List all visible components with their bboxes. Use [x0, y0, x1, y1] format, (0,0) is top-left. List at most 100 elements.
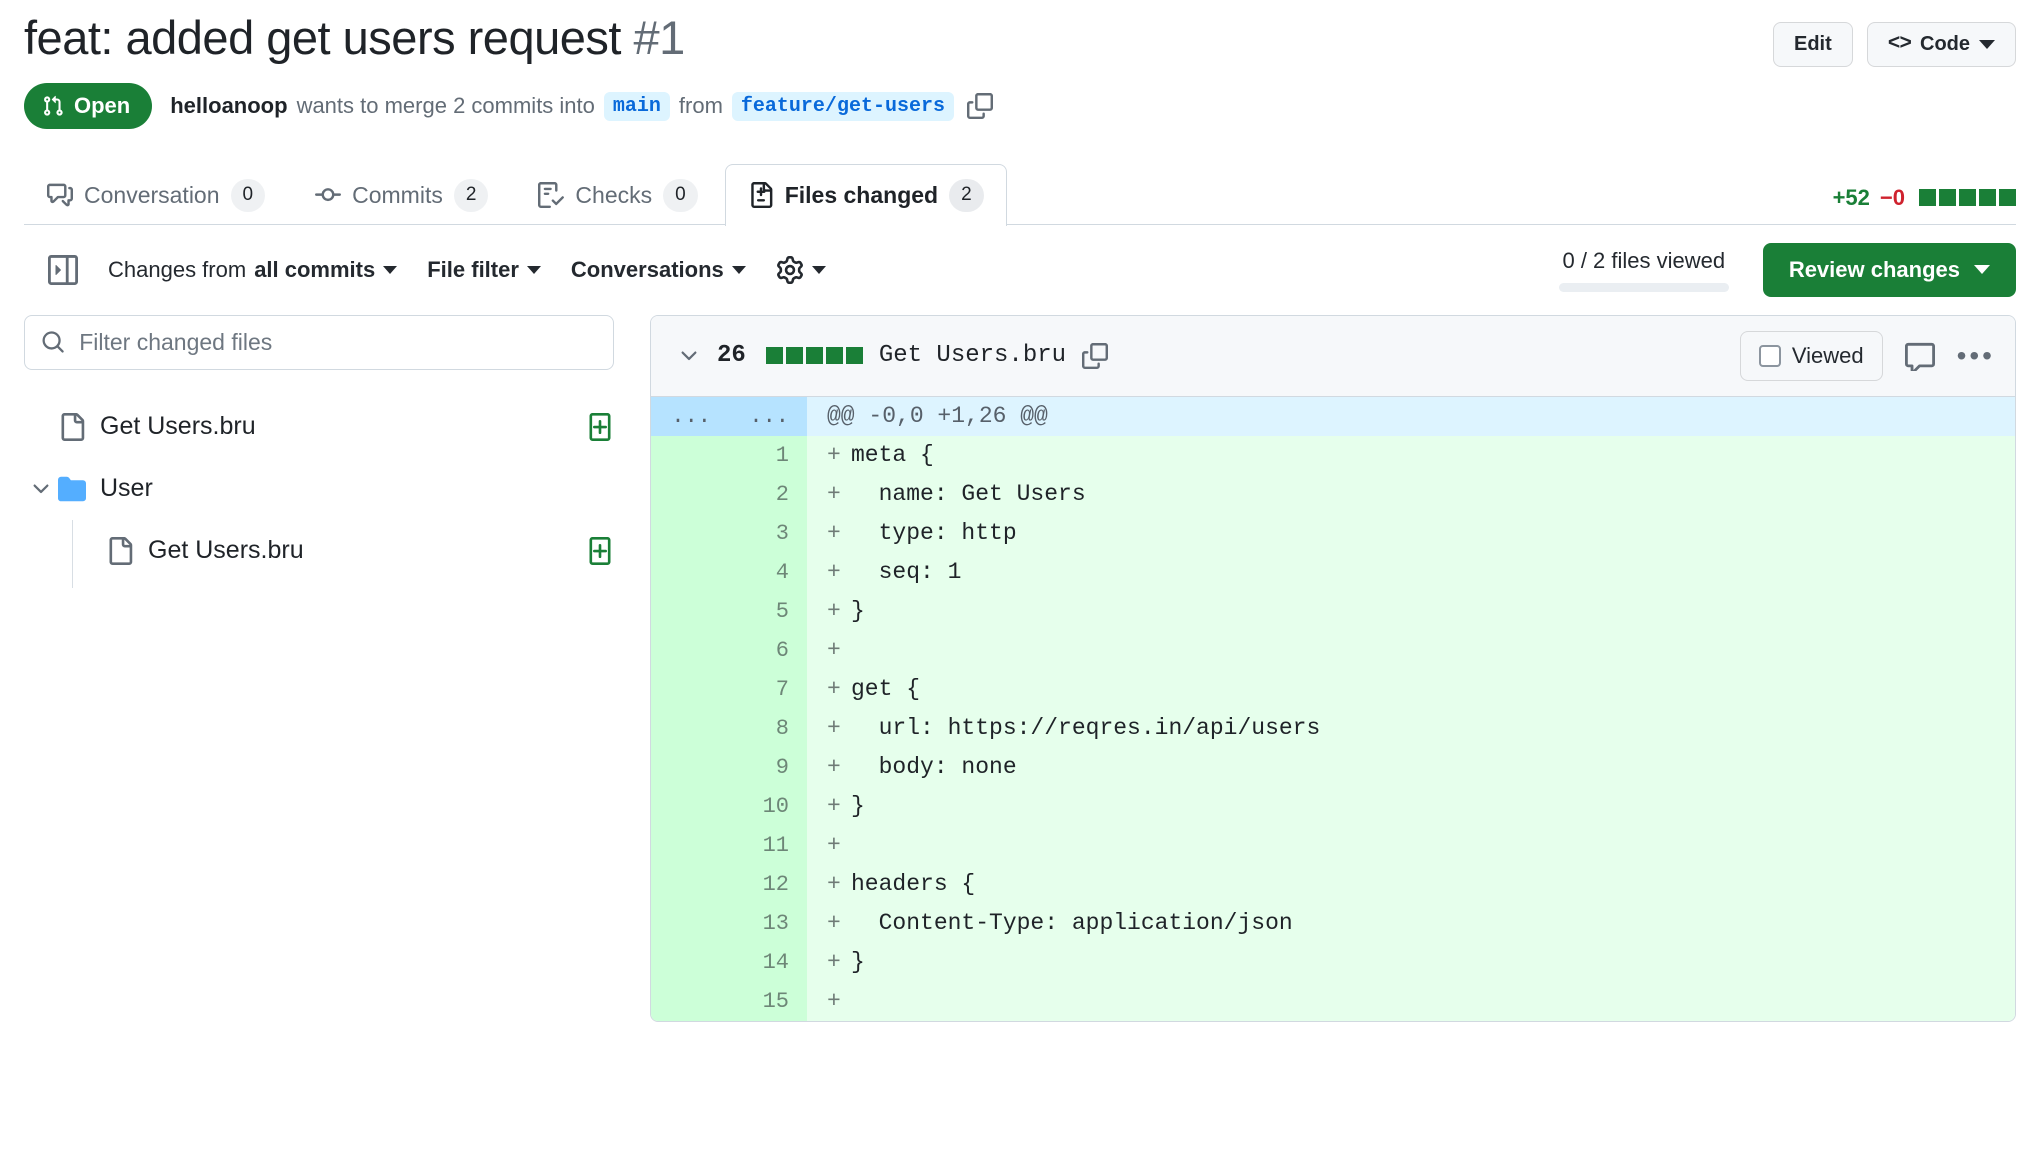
tab-files-changed-count: 2 [949, 179, 984, 212]
review-changes-label: Review changes [1789, 257, 1960, 283]
diff-line-row: 7+get { [651, 670, 2015, 709]
sidebar-collapse-icon [48, 255, 78, 285]
diff-line-old-number [651, 475, 729, 514]
deletions-count: −0 [1880, 185, 1905, 211]
files-viewed-bar [1559, 283, 1729, 292]
diff-line-sign: + [827, 715, 851, 741]
chevron-down-icon[interactable] [24, 477, 58, 501]
page-title: feat: added get users request #1 [24, 10, 685, 66]
merge-text-between: from [679, 93, 723, 119]
git-commit-icon [315, 182, 341, 208]
diff-line-content: +headers { [807, 865, 2015, 904]
tab-files-changed[interactable]: Files changed 2 [725, 164, 1007, 226]
tab-conversation-count: 0 [231, 179, 266, 212]
diff-line-content: + body: none [807, 748, 2015, 787]
sidebar-collapse-button[interactable] [48, 255, 78, 285]
file-diff-icon [748, 182, 774, 208]
chevron-down-glyph [29, 477, 53, 501]
file-filter-search[interactable] [24, 315, 614, 370]
file-tree-sidebar: Get Users.bru [24, 315, 614, 1022]
diff-line-sign: + [827, 637, 851, 663]
tree-item-file-nested[interactable]: Get Users.bru [24, 520, 614, 582]
viewed-toggle[interactable]: Viewed [1740, 331, 1883, 381]
diff-line-old-number [651, 553, 729, 592]
diff-line-row: 8+ url: https://reqres.in/api/users [651, 709, 2015, 748]
pr-author[interactable]: helloanoop [170, 93, 287, 119]
gear-icon [776, 256, 804, 284]
changes-from-dropdown[interactable]: Changes from all commits [108, 257, 397, 283]
diff-added-icon [586, 537, 614, 565]
diff-line-new-number: 12 [729, 865, 807, 904]
search-icon [41, 329, 65, 355]
code-brackets-icon: <> [1888, 33, 1911, 56]
code-button[interactable]: <> Code [1867, 22, 2016, 67]
add-comment-button[interactable] [1905, 341, 1935, 371]
file-tree: Get Users.bru [24, 396, 614, 582]
tab-checks-label: Checks [575, 182, 652, 209]
diff-file-name[interactable]: Get Users.bru [879, 342, 1066, 369]
copy-branch-button[interactable] [967, 93, 993, 119]
head-branch-chip[interactable]: feature/get-users [732, 92, 954, 121]
tab-commits-label: Commits [352, 182, 443, 209]
diff-line-content: + name: Get Users [807, 475, 2015, 514]
merge-text-before: wants to merge 2 commits into [297, 93, 595, 119]
status-badge: Open [24, 83, 152, 129]
conversations-dropdown[interactable]: Conversations [571, 257, 746, 283]
diff-block [826, 347, 843, 364]
diff-line-old-number [651, 436, 729, 475]
diff-line-sign: + [827, 598, 851, 624]
chevron-down-icon [1979, 40, 1995, 49]
pr-header: feat: added get users request #1 Edit <>… [0, 0, 2040, 129]
diff-file-header: 26 Get Users.bru [651, 316, 2015, 397]
title-row: feat: added get users request #1 Edit <>… [24, 10, 2016, 67]
diff-stat-blocks [1919, 189, 2016, 206]
diff-line-content: + [807, 982, 2015, 1021]
viewed-checkbox[interactable] [1759, 345, 1781, 367]
diff-panel: 26 Get Users.bru [650, 315, 2016, 1022]
diff-block [1999, 189, 2016, 206]
diff-line-row: 6+ [651, 631, 2015, 670]
changes-from-prefix: Changes from [108, 257, 246, 283]
tree-item-label: User [100, 474, 153, 503]
file-icon [58, 413, 86, 441]
diff-added-icon [586, 413, 614, 441]
diff-file-header-right: Viewed ••• [1740, 331, 1995, 381]
file-filter-dropdown[interactable]: File filter [427, 257, 541, 283]
diff-line-row: 10+} [651, 787, 2015, 826]
copy-path-button[interactable] [1082, 343, 1108, 369]
tab-commits[interactable]: Commits 2 [292, 164, 511, 226]
diff-line-old-number [651, 982, 729, 1021]
diff-line-new-number: 2 [729, 475, 807, 514]
diff-line-row: 5+} [651, 592, 2015, 631]
tree-item-label: Get Users.bru [100, 412, 256, 441]
base-branch-chip[interactable]: main [604, 92, 670, 121]
files-toolbar: Changes from all commits File filter Con… [0, 225, 2040, 315]
diff-file-header-left: 26 Get Users.bru [677, 342, 1108, 369]
tree-item-folder-user[interactable]: User [24, 458, 614, 520]
diff-stat-summary: +52 −0 [1833, 185, 2016, 225]
edit-button[interactable]: Edit [1773, 22, 1853, 67]
copy-icon [967, 93, 993, 119]
chevron-down-icon [527, 266, 541, 274]
tab-checks[interactable]: Checks 0 [515, 164, 720, 226]
diff-block [846, 347, 863, 364]
diff-line-row: 15+ [651, 982, 2015, 1021]
diff-line-old-number [651, 826, 729, 865]
diff-line-content: +meta { [807, 436, 2015, 475]
search-input[interactable] [79, 329, 597, 356]
pr-tabs-bar: Conversation 0 Commits 2 Checks 0 [0, 163, 2040, 225]
diff-line-sign: + [827, 481, 851, 507]
file-options-menu[interactable]: ••• [1957, 349, 1995, 363]
diff-collapse-toggle[interactable] [677, 344, 701, 368]
diff-line-new-number: 10 [729, 787, 807, 826]
diff-table: ... ... @@ -0,0 +1,26 @@ 1+meta {2+ name… [651, 397, 2015, 1021]
diff-line-new-number: 9 [729, 748, 807, 787]
diff-line-content: +} [807, 943, 2015, 982]
files-viewed-progress: 0 / 2 files viewed [1559, 248, 1729, 292]
tree-item-file-root[interactable]: Get Users.bru [24, 396, 614, 458]
pr-meta-row: Open helloanoop wants to merge 2 commits… [24, 83, 2016, 129]
status-badge-label: Open [74, 93, 130, 119]
tab-conversation[interactable]: Conversation 0 [24, 164, 288, 226]
diff-settings-dropdown[interactable] [776, 256, 826, 284]
review-changes-button[interactable]: Review changes [1763, 243, 2016, 297]
